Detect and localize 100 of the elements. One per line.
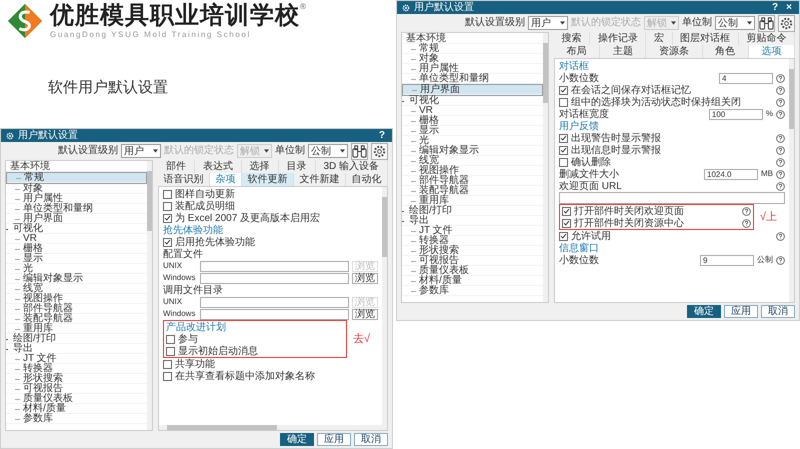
dropdown[interactable]: 公制 [715, 16, 755, 30]
tab[interactable]: 软件更新 [242, 173, 294, 186]
dialog-button[interactable]: 取消 [761, 305, 795, 318]
tree-item[interactable]: 光 [6, 264, 147, 274]
dialog-button[interactable]: 应用 [317, 433, 351, 446]
scrollbar[interactable] [789, 59, 794, 302]
tree-item[interactable]: 常规 [6, 172, 147, 184]
tree-item[interactable]: 显示 [402, 126, 543, 136]
checkbox[interactable] [166, 334, 175, 344]
checkbox[interactable] [559, 134, 568, 142]
tab[interactable]: 杂项 [210, 173, 242, 186]
tree-item[interactable]: 常规 [402, 44, 543, 54]
dialog-button[interactable]: 取消 [354, 433, 388, 446]
tree-item[interactable]: 重用库 [402, 196, 543, 206]
checkbox[interactable] [163, 360, 172, 368]
tree-item[interactable]: 形状搜索 [402, 246, 543, 256]
checkbox[interactable] [163, 238, 172, 246]
tree-item[interactable]: 可视化 [6, 224, 147, 234]
tree-item[interactable]: 可视报告 [6, 384, 147, 394]
help-icon[interactable] [776, 256, 785, 264]
number-field[interactable]: 4 [719, 72, 773, 84]
binoculars-icon[interactable] [758, 14, 775, 32]
checkbox[interactable] [559, 86, 568, 94]
tree-item[interactable]: 视图操作 [6, 294, 147, 304]
help-icon[interactable] [742, 206, 751, 216]
path-field[interactable] [200, 308, 349, 320]
help-icon[interactable] [776, 110, 785, 118]
scrollbar[interactable] [159, 425, 387, 430]
dialog-button[interactable]: 确定 [687, 305, 721, 318]
number-field[interactable]: 9 [700, 254, 754, 266]
path-field[interactable] [200, 272, 349, 284]
checkbox[interactable] [163, 372, 172, 380]
tab[interactable]: 选项 [748, 45, 796, 58]
checkbox[interactable] [562, 206, 571, 216]
tree-item[interactable]: 质量仪表板 [402, 266, 543, 276]
checkbox[interactable] [559, 146, 568, 154]
help-icon[interactable] [776, 74, 785, 82]
tree-item[interactable]: 对象 [402, 54, 543, 64]
dropdown[interactable]: 用户 [121, 144, 161, 158]
checkbox[interactable] [559, 158, 568, 166]
tree-item[interactable]: 装配导航器 [6, 314, 147, 324]
help-icon[interactable] [776, 158, 785, 166]
dropdown[interactable]: 用户 [528, 16, 568, 30]
tree-item[interactable]: 栅格 [6, 244, 147, 254]
tree-item[interactable]: 部件导航器 [402, 176, 543, 186]
number-field[interactable]: 1024.0 [704, 168, 758, 180]
help-button[interactable]: ? [376, 130, 387, 142]
dropdown[interactable]: 公制 [308, 144, 348, 158]
tree-item[interactable]: 用户界面 [6, 214, 147, 224]
tree-item[interactable]: 编辑对象显示 [402, 146, 543, 156]
path-field[interactable] [200, 260, 349, 272]
number-field[interactable]: 100 [708, 108, 763, 120]
checkbox[interactable] [163, 202, 172, 210]
tree-item[interactable]: 导出 [402, 216, 543, 226]
scrollbar[interactable] [382, 187, 387, 425]
browse-button[interactable]: 浏览 [352, 272, 378, 284]
tree-item[interactable]: 对象 [6, 184, 147, 194]
help-icon[interactable] [776, 98, 785, 106]
tree-item[interactable]: 装配导航器 [402, 186, 543, 196]
help-button[interactable]: ? [770, 2, 780, 14]
dialog-button[interactable]: 应用 [724, 305, 758, 318]
tree-item[interactable]: 形状搜索 [6, 374, 147, 384]
settings-icon[interactable] [371, 142, 388, 160]
tree-item[interactable]: 绘图/打印 [402, 206, 543, 216]
tree-item[interactable]: 显示 [6, 254, 147, 264]
close-button[interactable]: × [784, 2, 794, 14]
tree-item[interactable]: 光 [402, 136, 543, 146]
tree-item[interactable]: 线宽 [402, 156, 543, 166]
url-field[interactable] [559, 192, 785, 204]
scrollbar[interactable] [147, 161, 152, 430]
checkbox[interactable] [559, 98, 568, 106]
tree-item[interactable]: 转换器 [6, 364, 147, 374]
tree-item[interactable]: 导出 [6, 344, 147, 354]
help-icon[interactable] [742, 218, 751, 228]
tree-item[interactable]: 编辑对象显示 [6, 274, 147, 284]
tree-item[interactable]: VR [6, 234, 147, 244]
tree-item[interactable]: 材料/质量 [6, 404, 147, 414]
tree-item[interactable]: 转换器 [402, 236, 543, 246]
tree-item[interactable]: 线宽 [6, 284, 147, 294]
tree-item[interactable]: 用户属性 [6, 194, 147, 204]
tree-item[interactable]: 质量仪表板 [6, 394, 147, 404]
tree-item[interactable]: 栅格 [402, 116, 543, 126]
scrollbar[interactable] [543, 33, 548, 302]
help-icon[interactable] [776, 232, 785, 240]
help-icon[interactable] [776, 134, 785, 142]
tree-item[interactable]: 可视化 [402, 96, 543, 106]
tree-item[interactable]: 单位类型和量纲 [402, 74, 543, 84]
help-icon[interactable] [776, 170, 785, 178]
settings-icon[interactable] [778, 14, 795, 32]
checkbox[interactable] [562, 218, 571, 228]
tree-item[interactable]: 材料/质量 [402, 276, 543, 286]
tree-item[interactable]: VR [402, 106, 543, 116]
dialog-button[interactable]: 确定 [280, 433, 314, 446]
tree-item[interactable]: JT 文件 [402, 226, 543, 236]
browse-button[interactable]: 浏览 [352, 308, 378, 320]
help-icon[interactable] [776, 86, 785, 94]
checkbox[interactable] [163, 190, 172, 198]
checkbox[interactable] [559, 232, 568, 240]
tree-item[interactable]: 可视报告 [402, 256, 543, 266]
tree-item[interactable]: JT 文件 [6, 354, 147, 364]
